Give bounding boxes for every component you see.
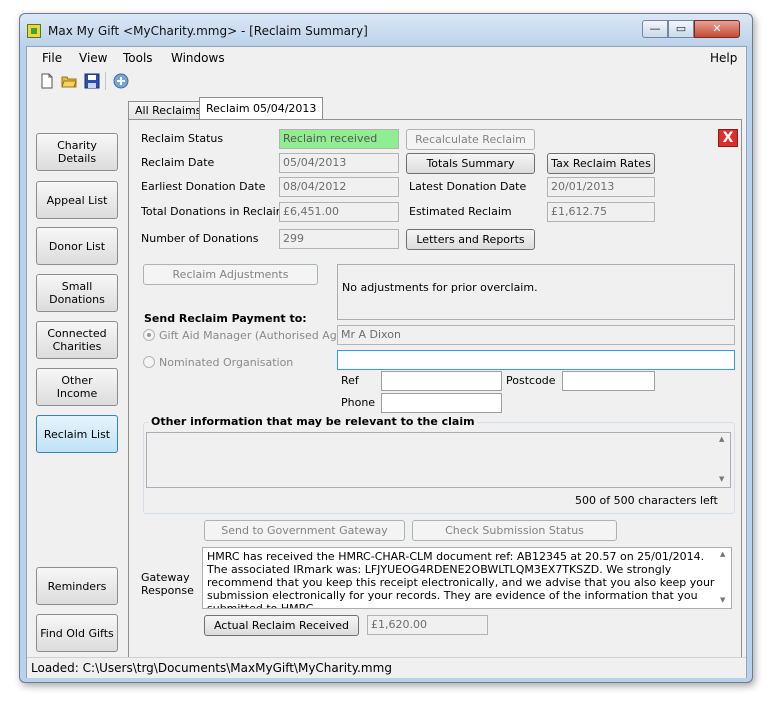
menu-windows[interactable]: Windows — [171, 51, 225, 65]
charity-details-button[interactable]: Charity Details — [36, 133, 118, 171]
adjustments-text: No adjustments for prior overclaim. — [337, 264, 735, 320]
number-donations-field: 299 — [279, 229, 399, 249]
open-folder-icon[interactable] — [61, 73, 77, 89]
menu-bar: File View Tools Windows Help — [27, 47, 746, 69]
find-old-gifts-button[interactable]: Find Old Gifts — [36, 614, 118, 652]
reclaim-status-field: Reclaim received — [279, 129, 399, 149]
send-payment-label: Send Reclaim Payment to: — [144, 312, 307, 325]
ref-input[interactable] — [381, 371, 502, 391]
save-icon[interactable] — [84, 73, 100, 89]
window-title: Max My Gift <MyCharity.mmg> - [Reclaim S… — [48, 24, 368, 38]
number-donations-label: Number of Donations — [141, 232, 259, 245]
latest-donation-label: Latest Donation Date — [409, 180, 527, 193]
tab-all-reclaims[interactable]: All Reclaims — [128, 101, 209, 120]
actual-reclaim-received-button[interactable]: Actual Reclaim Received — [204, 615, 359, 636]
recalculate-reclaim-button[interactable]: Recalculate Reclaim — [406, 129, 535, 150]
connected-charities-button[interactable]: Connected Charities — [36, 321, 118, 359]
scroll-up-icon[interactable]: ▲ — [719, 435, 724, 443]
estimated-reclaim-field: £1,612.75 — [547, 202, 655, 222]
actual-reclaim-value: £1,620.00 — [367, 615, 488, 635]
estimated-reclaim-label: Estimated Reclaim — [409, 205, 512, 218]
menu-view[interactable]: View — [79, 51, 107, 65]
tab-reclaim-date[interactable]: Reclaim 05/04/2013 — [199, 97, 324, 120]
status-bar: Loaded: C:\Users\trg\Documents\MaxMyGift… — [27, 657, 746, 678]
reclaim-adjustments-button[interactable]: Reclaim Adjustments — [143, 264, 318, 285]
totals-summary-button[interactable]: Totals Summary — [406, 153, 535, 174]
close-icon[interactable]: ✕ — [694, 20, 740, 38]
letters-reports-button[interactable]: Letters and Reports — [406, 229, 535, 250]
phone-label: Phone — [341, 396, 376, 409]
total-donations-label: Total Donations in Reclaim — [141, 205, 287, 218]
gift-aid-manager-field: Mr A Dixon — [337, 325, 735, 345]
gift-aid-icon[interactable] — [113, 73, 129, 89]
gift-aid-manager-label: Gift Aid Manager (Authorised Agent) — [159, 329, 360, 342]
maximize-icon[interactable]: ▭ — [668, 20, 694, 38]
gateway-response-text: HMRC has received the HMRC-CHAR-CLM docu… — [202, 547, 732, 609]
reclaim-summary-panel: X Reclaim Status Reclaim received Recalc… — [128, 119, 742, 675]
phone-input[interactable] — [381, 393, 502, 413]
other-info-scrollbar[interactable]: ▲ ▼ — [716, 433, 730, 487]
postcode-input[interactable] — [562, 371, 655, 391]
nominated-org-radio[interactable] — [143, 356, 155, 368]
new-document-icon[interactable] — [39, 73, 55, 89]
appeal-list-button[interactable]: Appeal List — [36, 181, 118, 219]
latest-donation-field: 20/01/2013 — [547, 177, 655, 197]
app-logo-icon — [27, 24, 41, 38]
minimize-icon[interactable]: — — [642, 20, 668, 38]
reclaim-date-field: 05/04/2013 — [279, 153, 399, 173]
earliest-donation-label: Earliest Donation Date — [141, 180, 266, 193]
reminders-button[interactable]: Reminders — [36, 567, 118, 605]
earliest-donation-field: 08/04/2012 — [279, 177, 399, 197]
scroll-up-icon[interactable]: ▲ — [720, 550, 725, 558]
gift-aid-manager-radio[interactable] — [143, 329, 155, 341]
client-area: File View Tools Windows Help Charity Det… — [26, 46, 747, 678]
tax-reclaim-rates-button[interactable]: Tax Reclaim Rates — [547, 153, 655, 174]
menu-help[interactable]: Help — [710, 51, 737, 65]
menu-tools[interactable]: Tools — [123, 51, 153, 65]
app-window: Max My Gift <MyCharity.mmg> - [Reclaim S… — [19, 13, 753, 683]
other-income-button[interactable]: Other Income — [36, 368, 118, 406]
scroll-down-icon[interactable]: ▼ — [720, 596, 725, 604]
other-info-textarea[interactable] — [146, 432, 731, 488]
chars-left-text: 500 of 500 characters left — [575, 494, 718, 507]
title-bar[interactable]: Max My Gift <MyCharity.mmg> - [Reclaim S… — [20, 14, 752, 46]
reclaim-status-label: Reclaim Status — [141, 132, 224, 145]
ref-label: Ref — [341, 374, 359, 387]
reclaim-date-label: Reclaim Date — [141, 156, 215, 169]
gateway-response-label: Gateway Response — [141, 571, 194, 597]
other-info-label: Other information that may be relevant t… — [149, 415, 477, 428]
reclaim-list-button[interactable]: Reclaim List — [36, 415, 118, 453]
gateway-scrollbar[interactable]: ▲ ▼ — [717, 548, 731, 608]
nominated-org-input[interactable] — [337, 350, 735, 370]
send-gateway-button[interactable]: Send to Government Gateway — [204, 520, 405, 541]
small-donations-button[interactable]: Small Donations — [36, 274, 118, 312]
postcode-label: Postcode — [506, 374, 556, 387]
toolbar-separator — [105, 72, 106, 90]
total-donations-field: £6,451.00 — [279, 202, 399, 222]
toolbar — [27, 69, 746, 93]
donor-list-button[interactable]: Donor List — [36, 227, 118, 265]
nominated-org-label: Nominated Organisation — [159, 356, 294, 369]
close-tab-icon[interactable]: X — [718, 129, 738, 147]
check-status-button[interactable]: Check Submission Status — [412, 520, 617, 541]
menu-file[interactable]: File — [42, 51, 62, 65]
scroll-down-icon[interactable]: ▼ — [719, 475, 724, 483]
